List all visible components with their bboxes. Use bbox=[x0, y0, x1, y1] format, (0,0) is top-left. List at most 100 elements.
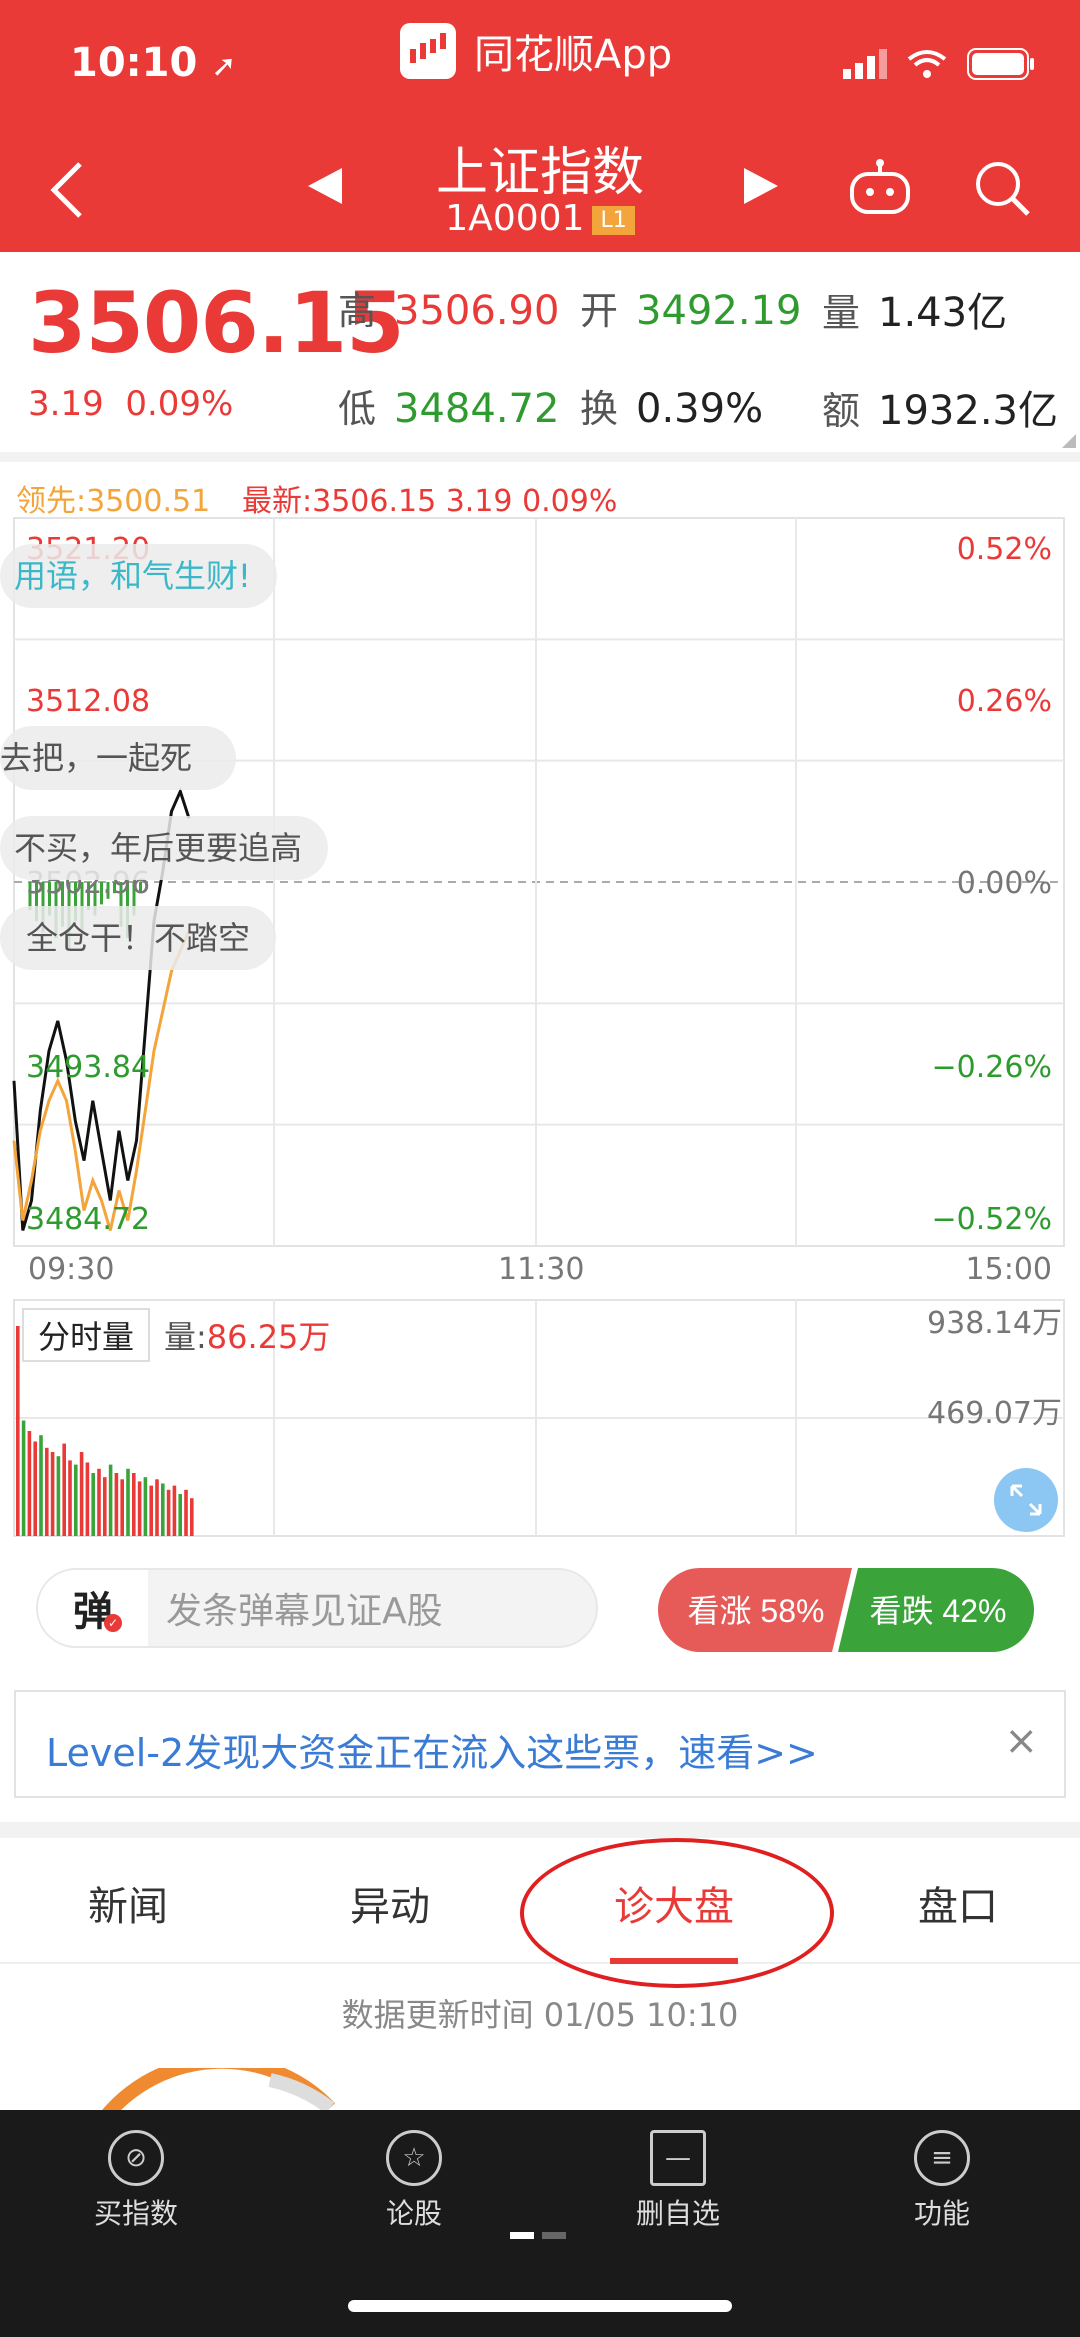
x-label-2: 15:00 bbox=[965, 1252, 1052, 1287]
amount-field: 额 1932.3亿 bbox=[822, 388, 1058, 434]
buy-index-button[interactable]: ⊘ 买指数 bbox=[36, 2130, 236, 2232]
level2-banner[interactable]: Level-2发现大资金正在流入这些票，速看>> × bbox=[14, 1690, 1066, 1798]
y-label-left-4: 3484.72 bbox=[26, 1202, 151, 1237]
volume-bar bbox=[161, 1483, 165, 1536]
y-label-right-4: −0.52% bbox=[931, 1202, 1052, 1237]
volume-max-label: 938.14万 bbox=[927, 1306, 1062, 1341]
volume-bar bbox=[33, 1441, 37, 1536]
remove-watchlist-button[interactable]: — 删自选 bbox=[578, 2130, 778, 2232]
update-time: 数据更新时间 01/05 10:10 bbox=[341, 1996, 739, 2034]
search-button[interactable] bbox=[972, 158, 1032, 222]
price-chart-svg bbox=[12, 517, 1065, 1537]
open-field: 开 3492.19 bbox=[580, 288, 802, 334]
y-label-left-3: 3493.84 bbox=[26, 1050, 151, 1085]
danmu-bubble: 全仓干！不踏空 bbox=[0, 906, 277, 970]
volume-bar bbox=[79, 1452, 84, 1536]
quote-panel: 3506.15 3.19 0.09% 高 3506.90 开 3492.19 量 1.… bbox=[0, 252, 1080, 452]
y-label-right-0: 0.52% bbox=[956, 532, 1052, 567]
volume-bar bbox=[190, 1498, 194, 1536]
search-icon bbox=[976, 162, 1030, 216]
volume-bar bbox=[56, 1456, 61, 1536]
intraday-chart[interactable]: 领先:3500.51 最新:3506.15 3.19 0.09% 3521.20… bbox=[0, 462, 1080, 1542]
volume-bar bbox=[27, 1431, 32, 1536]
navigation-bar: 上证指数 1A0001 L1 bbox=[0, 130, 1080, 252]
star-badge-icon: ☆ bbox=[386, 2130, 442, 2186]
volume-bar bbox=[184, 1489, 188, 1536]
tab-order-book[interactable]: 盘口 bbox=[918, 1874, 998, 1932]
page-indicator bbox=[510, 2232, 566, 2239]
wifi-icon bbox=[907, 50, 947, 78]
location-arrow-icon: ➚ bbox=[211, 49, 237, 84]
volume-bar bbox=[178, 1494, 182, 1536]
volume-readout: 量:86.25万 bbox=[164, 1318, 331, 1356]
low-field: 低 3484.72 bbox=[338, 386, 560, 432]
volume-bar bbox=[62, 1443, 66, 1536]
volume-bar bbox=[50, 1452, 55, 1536]
status-bar: 10:10 ➚ 同花顺App bbox=[0, 0, 1080, 130]
next-index-button[interactable] bbox=[742, 166, 780, 210]
discuss-button[interactable]: ☆ 论股 bbox=[314, 2130, 514, 2232]
volume-tab[interactable]: 分时量 bbox=[22, 1308, 151, 1362]
index-code: 1A0001 L1 bbox=[0, 198, 1080, 239]
expand-corner-icon[interactable] bbox=[1062, 434, 1076, 448]
page-dot bbox=[542, 2232, 566, 2239]
tab-anomaly[interactable]: 异动 bbox=[350, 1874, 430, 1932]
page-title: 上证指数 bbox=[435, 143, 644, 203]
volume-bar bbox=[126, 1468, 130, 1536]
volume-bar bbox=[143, 1477, 148, 1536]
y-label-left-1: 3512.08 bbox=[26, 684, 151, 719]
turnover-field: 换 0.39% bbox=[580, 386, 764, 432]
x-label-0: 09:30 bbox=[28, 1252, 115, 1287]
divider bbox=[0, 1822, 1080, 1838]
vote-widget: 看涨 58% 看跌 42% bbox=[658, 1568, 1034, 1652]
volume-bar bbox=[85, 1462, 90, 1536]
volume-bar bbox=[166, 1489, 171, 1536]
app-indicator[interactable]: 同花顺App bbox=[400, 22, 672, 80]
battery-icon bbox=[967, 48, 1034, 80]
triangle-right-icon bbox=[744, 168, 778, 204]
volume-bar bbox=[16, 1326, 20, 1536]
volume-bar bbox=[172, 1485, 177, 1536]
expand-chart-button[interactable] bbox=[994, 1468, 1058, 1532]
high-field: 高 3506.90 bbox=[338, 288, 560, 334]
level-badge: L1 bbox=[592, 205, 635, 235]
functions-button[interactable]: ≡ 功能 bbox=[842, 2130, 1042, 2232]
home-indicator[interactable] bbox=[348, 2300, 732, 2312]
volume-bar bbox=[108, 1464, 113, 1536]
vote-up-label: 看涨 58% bbox=[688, 1593, 825, 1629]
volume-bar bbox=[149, 1485, 153, 1536]
app-name: 同花顺App bbox=[474, 32, 673, 78]
banner-text[interactable]: Level-2发现大资金正在流入这些票，速看>> bbox=[46, 1722, 818, 1777]
page-dot bbox=[510, 2232, 534, 2239]
danmu-icon: 弹 ✓ bbox=[38, 1570, 148, 1646]
expand-arrows-icon bbox=[1010, 1484, 1042, 1516]
signal-icon bbox=[843, 49, 887, 79]
status-icons bbox=[843, 48, 1035, 80]
y-label-right-3: −0.26% bbox=[931, 1050, 1052, 1085]
x-label-1: 11:30 bbox=[498, 1252, 585, 1287]
minus-square-icon: — bbox=[650, 2130, 706, 2186]
volume-bar bbox=[132, 1473, 136, 1536]
volume-bar bbox=[120, 1479, 124, 1536]
divider bbox=[0, 452, 1080, 462]
volume-bar bbox=[114, 1473, 119, 1536]
volume-bar bbox=[39, 1435, 43, 1536]
danmu-input[interactable]: 弹 ✓ 发条弹幕见证A股 bbox=[36, 1568, 598, 1648]
danmu-bubble: 不买，年后更要追高 bbox=[0, 816, 329, 880]
danmu-bubble: 用语，和气生财! bbox=[0, 544, 277, 608]
danmu-placeholder: 发条弹幕见证A股 bbox=[166, 1591, 443, 1632]
robot-assistant-button[interactable] bbox=[848, 158, 912, 222]
volume-bar bbox=[91, 1473, 95, 1536]
y-label-right-1: 0.26% bbox=[956, 684, 1052, 719]
price-change: 3.19 0.09% bbox=[28, 384, 234, 424]
volume-field: 量 1.43亿 bbox=[822, 290, 1008, 336]
volume-bar bbox=[103, 1477, 107, 1536]
tab-news[interactable]: 新闻 bbox=[88, 1874, 168, 1932]
highlight-circle bbox=[520, 1838, 834, 1988]
volume-mid-label: 469.07万 bbox=[927, 1396, 1062, 1431]
y-label-right-2: 0.00% bbox=[956, 866, 1052, 901]
close-icon[interactable]: × bbox=[1004, 1718, 1038, 1764]
volume-bar bbox=[21, 1420, 26, 1536]
volume-bar bbox=[74, 1464, 78, 1536]
danmu-bubble: 去把，一起死 bbox=[0, 726, 236, 790]
